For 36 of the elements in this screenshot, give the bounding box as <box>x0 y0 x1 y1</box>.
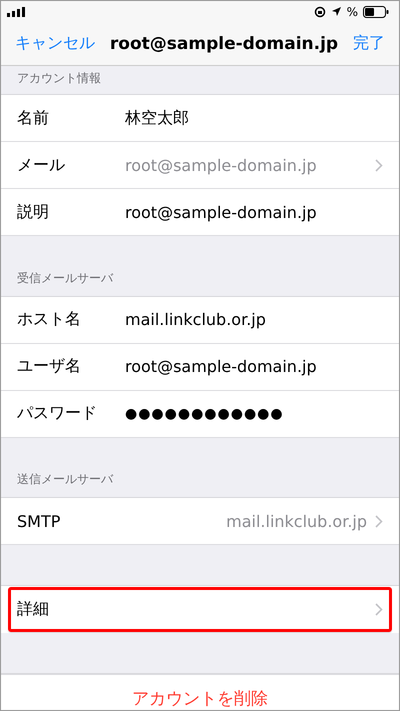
row-label: 名前 <box>17 108 50 129</box>
battery-percent: % <box>346 4 358 19</box>
settings-row[interactable]: 名前 林空太郎 <box>1 95 399 142</box>
row-label: ユーザ名 <box>17 356 82 378</box>
rotation-lock-icon <box>314 6 326 18</box>
password-dots: ●●●●●●●●●●●● <box>125 406 285 422</box>
section-header: 受信メールサーバ <box>17 270 113 287</box>
location-icon <box>330 6 342 18</box>
settings-row[interactable]: ホスト名 mail.linkclub.or.jp <box>1 296 399 344</box>
chevron-icon <box>375 158 383 172</box>
row-label: メール <box>17 154 66 176</box>
signal-icon <box>7 6 27 17</box>
row-value: mail.linkclub.or.jp <box>125 310 267 330</box>
row-label: ホスト名 <box>17 309 82 330</box>
settings-row[interactable]: 説明 root@sample-domain.jp <box>1 189 399 236</box>
settings-row[interactable]: SMTP mail.linkclub.or.jp <box>1 498 399 545</box>
row-label: SMTP <box>17 512 62 530</box>
chevron-icon <box>375 602 383 616</box>
section-header: 送信メールサーバ <box>17 471 113 488</box>
settings-row[interactable]: パスワード ●●●●●●●●●●●● <box>1 390 399 438</box>
row-value: mail.linkclub.or.jp <box>225 512 367 530</box>
row-value: root@sample-domain.jp <box>125 156 318 175</box>
nav-title: root@sample-domain.jp <box>108 34 340 54</box>
row-value: root@sample-domain.jp <box>125 202 318 222</box>
battery-icon <box>363 6 389 18</box>
settings-row[interactable]: ユーザ名 root@sample-domain.jp <box>1 344 399 391</box>
row-label: 説明 <box>17 202 50 223</box>
row-value: 林空太郎 <box>125 108 190 129</box>
done-button[interactable]: 完了 <box>353 33 385 54</box>
chevron-icon <box>375 514 383 528</box>
cancel-button[interactable]: キャンセル <box>15 33 95 54</box>
row-value: root@sample-domain.jp <box>125 357 318 376</box>
row-label: 詳細 <box>17 598 50 620</box>
row-label: パスワード <box>17 403 98 424</box>
settings-row[interactable]: メール root@sample-domain.jp <box>1 142 399 190</box>
section-header: アカウント情報 <box>17 70 101 88</box>
